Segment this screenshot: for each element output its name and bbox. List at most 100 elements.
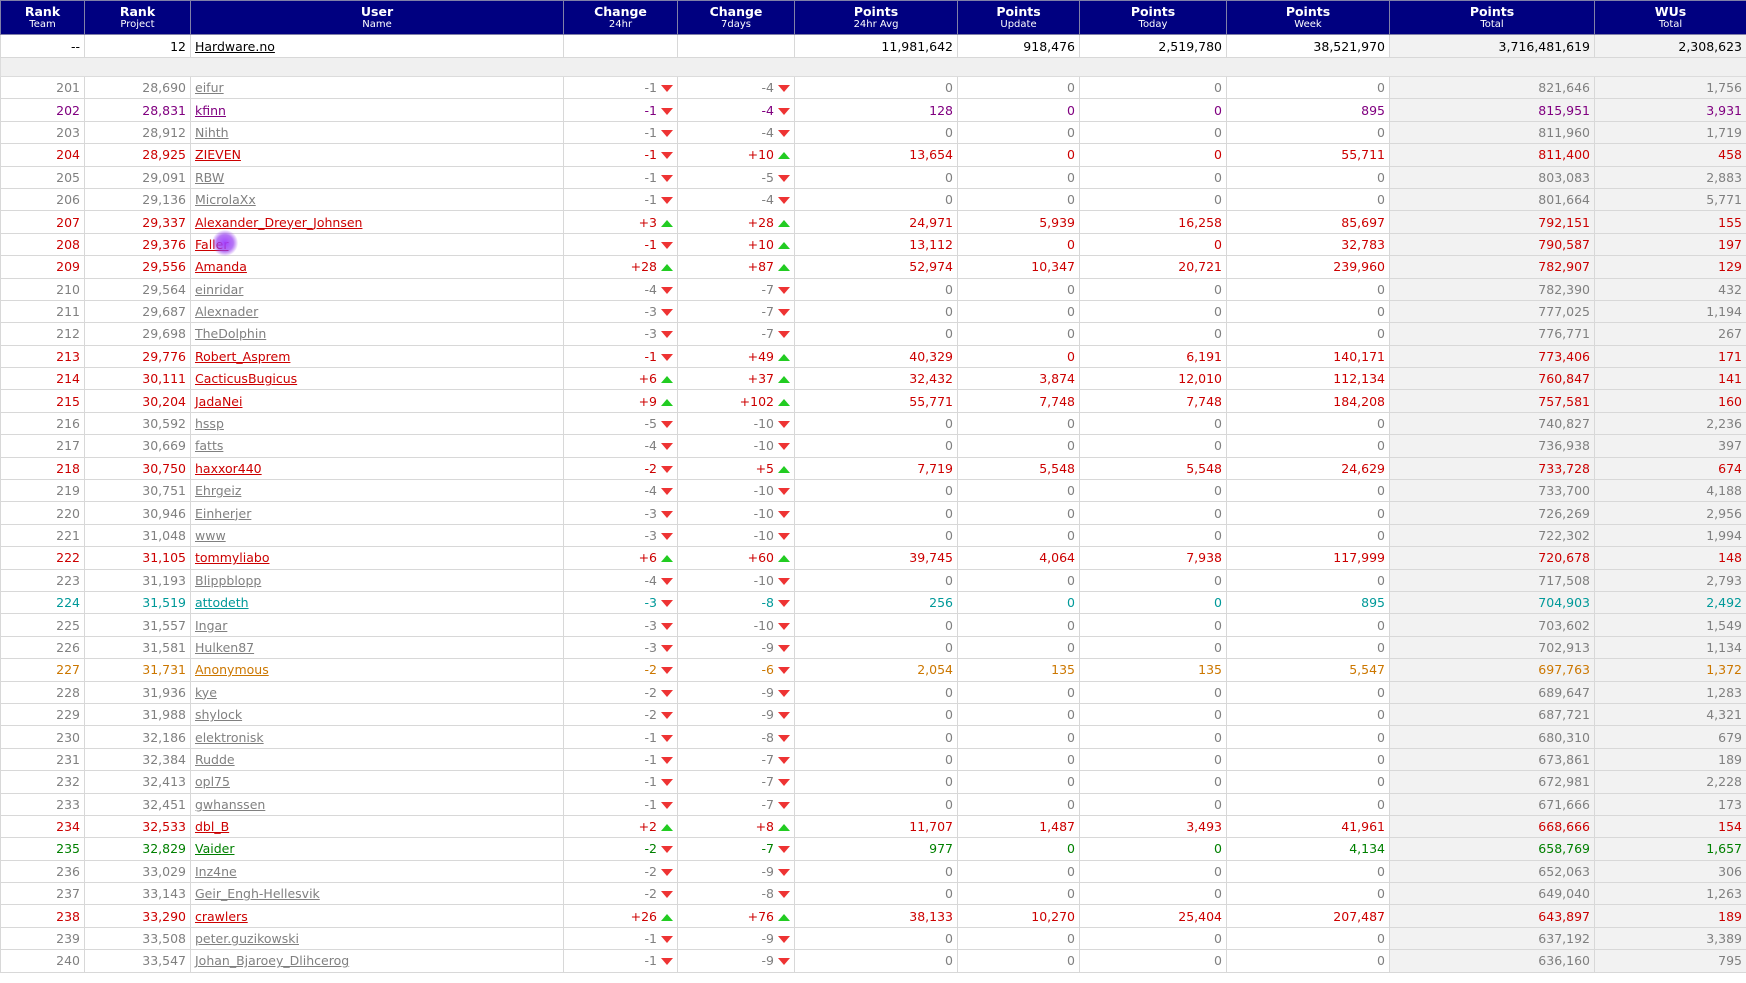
rank-team-cell: 234 [0,814,85,839]
user-name-cell: Rudde [190,747,564,772]
user-name-link[interactable]: crawlers [195,909,248,924]
column-header-5[interactable]: Points 24hr Avg [794,0,958,35]
rank-project-cell: 30,751 [84,479,191,503]
user-name-cell: fatts [190,434,564,458]
points-total-cell: 720,678 [1389,546,1595,570]
change-24hr-cell: -2 [563,702,678,727]
user-name-link[interactable]: einridar [195,282,243,297]
column-header-7[interactable]: Points Today [1079,0,1227,35]
table-row: 215 30,204 JadaNei +9 +102 55,771 7,748 7,748 18… [0,389,1746,413]
user-name-link[interactable]: kye [195,685,217,700]
table-row: 207 29,337 Alexander_Dreyer_Johnsen +3 +28 24… [0,210,1746,234]
column-header-label: Rank [24,3,61,19]
user-name-link[interactable]: kfinn [195,103,226,118]
user-name-link[interactable]: tommyliabo [195,550,270,565]
points-week-cell: 0 [1226,635,1390,660]
change-value: -1 [644,147,657,163]
user-name-link[interactable]: attodeth [195,595,249,610]
user-name-link[interactable]: Faller [195,237,228,252]
column-header-8[interactable]: Points Week [1226,0,1390,35]
user-name-link[interactable]: fatts [195,438,223,453]
user-name-link[interactable]: hssp [195,416,224,431]
points-update-cell: 0 [957,635,1080,660]
change-24hr-cell: +9 [563,389,678,413]
points-avg-cell: 24,971 [794,210,958,234]
user-name-link[interactable]: TheDolphin [195,326,266,341]
user-name-link[interactable]: RBW [195,170,224,185]
change-value: -1 [644,751,657,767]
arrow-down-icon [661,667,673,675]
user-name-link[interactable]: Blippblopp [195,573,261,588]
change-value: -7 [761,281,774,297]
user-name-link[interactable]: Ingar [195,618,227,633]
user-name-link[interactable]: peter.guzikowski [195,931,299,946]
user-name-link[interactable]: MicrolaXx [195,192,256,207]
user-name-link[interactable]: elektronisk [195,730,264,745]
user-name-link[interactable]: www [195,528,226,543]
change-7days-cell: -4 [677,75,795,100]
arrow-down-icon [778,107,790,115]
change-value: +2 [638,819,657,835]
user-name-link[interactable]: shylock [195,707,242,722]
points-week-cell: 140,171 [1226,344,1390,369]
column-header-6[interactable]: Points Update [957,0,1080,35]
user-name-link[interactable]: Inz4ne [195,864,237,879]
points-avg-cell: 0 [794,165,958,189]
change-value: -9 [761,863,774,879]
points-total-cell: 717,508 [1389,568,1595,592]
change-7days-cell: -7 [677,747,795,772]
user-name-link[interactable]: gwhanssen [195,797,265,812]
points-avg-cell: 0 [794,568,958,592]
points-avg-cell: 0 [794,501,958,525]
change-value: -9 [761,953,774,969]
rank-project-cell: 31,193 [84,568,191,592]
change-value: -10 [753,505,774,521]
wus-total-cell: 155 [1594,210,1746,234]
column-header-9[interactable]: Points Total [1389,0,1595,35]
team-name-link[interactable]: Hardware.no [195,39,275,54]
user-name-link[interactable]: Vaider [195,841,234,856]
points-avg-cell: 0 [794,635,958,660]
points-avg-cell: 13,654 [794,143,958,167]
column-header-2[interactable]: User Name [190,0,564,35]
user-name-link[interactable]: Hulken87 [195,640,254,655]
user-name-link[interactable]: Geir_Engh-Hellesvik [195,886,320,901]
arrow-down-icon [778,197,790,205]
user-name-link[interactable]: CacticusBugicus [195,371,297,386]
column-header-label: Points [1130,3,1176,19]
column-header-3[interactable]: Change 24hr [563,0,678,35]
column-header-10[interactable]: WUs Total [1594,0,1746,35]
user-name-link[interactable]: Anonymous [195,662,269,677]
user-name-link[interactable]: opl75 [195,774,230,789]
points-week-cell: 0 [1226,322,1390,346]
column-header-4[interactable]: Change 7days [677,0,795,35]
user-name-link[interactable]: haxxor440 [195,461,262,476]
arrow-down-icon [661,286,673,294]
rank-project-cell: 32,186 [84,725,191,749]
user-name-link[interactable]: Einherjer [195,506,251,521]
user-name-link[interactable]: Robert_Asprem [195,349,290,364]
user-name-link[interactable]: dbl_B [195,819,229,834]
user-name-link[interactable]: Amanda [195,259,247,274]
column-header-1[interactable]: Rank Project [84,0,191,35]
user-name-link[interactable]: eifur [195,80,224,95]
user-name-link[interactable]: Nihth [195,125,229,140]
user-name-link[interactable]: JadaNei [195,394,242,409]
table-row: 230 32,186 elektronisk -1 -8 0 0 0 0 680,310 679 [0,725,1746,749]
points-total-cell: 821,646 [1389,75,1595,100]
table-row: 201 28,690 eifur -1 -4 0 0 0 0 821,646 1,756 [0,75,1746,100]
wus-total-cell: 189 [1594,904,1746,928]
change-value: -1 [644,931,657,947]
points-today-cell: 0 [1079,613,1227,637]
user-name-link[interactable]: Alexander_Dreyer_Johnsen [195,215,362,230]
user-name-link[interactable]: ZIEVEN [195,147,241,162]
user-name-link[interactable]: Ehrgeiz [195,483,241,498]
user-name-cell: dbl_B [190,814,564,839]
wus-total-cell: 1,372 [1594,658,1746,682]
user-name-link[interactable]: Rudde [195,752,235,767]
user-name-link[interactable]: Alexnader [195,304,258,319]
user-name-link[interactable]: Johan_Bjaroey_Dlihcerog [195,953,349,968]
user-name-cell: Faller [190,232,564,257]
column-header-0[interactable]: Rank Team [0,0,85,35]
table-row: 212 29,698 TheDolphin -3 -7 0 0 0 0 776,771 267 [0,322,1746,346]
